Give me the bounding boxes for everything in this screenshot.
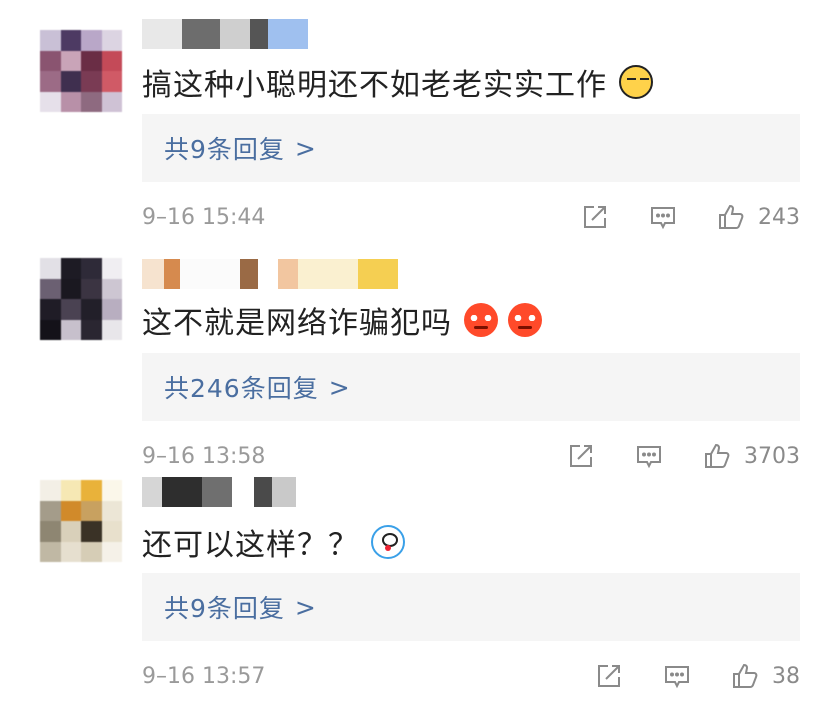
comment-text: 搞这种小聪明还不如老老实实工作: [142, 60, 653, 104]
chevron-right-icon: >: [328, 372, 351, 402]
thumbs-up-icon: [733, 663, 758, 688]
comment-text: 还可以这样？？: [142, 520, 405, 564]
reply-button[interactable]: [648, 202, 678, 232]
angry-emoji-icon: [464, 303, 498, 337]
smirk-emoji-icon: [619, 65, 653, 99]
like-button[interactable]: 3703: [702, 441, 800, 471]
comment-meta: 9–16 15:44 243: [142, 201, 800, 233]
chevron-right-icon: >: [294, 592, 317, 622]
replies-label: 共9条回复: [164, 594, 285, 623]
like-count: 243: [758, 204, 800, 230]
username-blurred[interactable]: [142, 16, 462, 52]
like-button[interactable]: 243: [716, 202, 800, 232]
like-button[interactable]: 38: [730, 661, 800, 691]
doraemon-emoji-icon: [371, 525, 405, 559]
comment-actions: 243: [542, 202, 800, 232]
thumbs-up-icon: [705, 443, 730, 468]
reply-button[interactable]: [634, 441, 664, 471]
comment-text-content: 搞这种小聪明还不如老老实实工作: [142, 68, 607, 103]
angry-emoji-icon: [508, 303, 542, 337]
like-count: 38: [772, 663, 800, 689]
comment-text-content: 还可以这样？？: [142, 528, 359, 563]
share-button[interactable]: [566, 441, 596, 471]
comment-actions: 3703: [528, 441, 800, 471]
thumbs-up-icon: [719, 204, 744, 229]
share-icon: [584, 206, 606, 228]
share-icon: [570, 445, 592, 467]
comment-icon: [651, 207, 675, 230]
comment-icon: [665, 666, 689, 689]
view-replies-button[interactable]: 共9条回复 >: [142, 114, 800, 182]
avatar[interactable]: [40, 480, 122, 562]
timestamp: 9–16 13:57: [142, 663, 266, 689]
timestamp: 9–16 13:58: [142, 443, 266, 469]
comment-meta: 9–16 13:57 38: [142, 660, 800, 692]
username-blurred[interactable]: [142, 474, 462, 510]
comment-actions: 38: [556, 661, 800, 691]
timestamp: 9–16 15:44: [142, 204, 266, 230]
avatar[interactable]: [40, 30, 122, 112]
share-button[interactable]: [580, 202, 610, 232]
comment-icon: [637, 446, 661, 469]
view-replies-button[interactable]: 共9条回复 >: [142, 573, 800, 641]
comment-text: 这不就是网络诈骗犯吗: [142, 298, 542, 342]
chevron-right-icon: >: [294, 133, 317, 163]
share-icon: [598, 665, 620, 687]
avatar[interactable]: [40, 258, 122, 340]
share-button[interactable]: [594, 661, 624, 691]
like-count: 3703: [744, 443, 800, 469]
comment-meta: 9–16 13:58 3703: [142, 440, 800, 472]
view-replies-button[interactable]: 共246条回复 >: [142, 353, 800, 421]
replies-label: 共9条回复: [164, 135, 285, 164]
replies-label: 共246条回复: [164, 374, 319, 403]
username-blurred[interactable]: [142, 256, 462, 292]
reply-button[interactable]: [662, 661, 692, 691]
comment-text-content: 这不就是网络诈骗犯吗: [142, 306, 452, 341]
